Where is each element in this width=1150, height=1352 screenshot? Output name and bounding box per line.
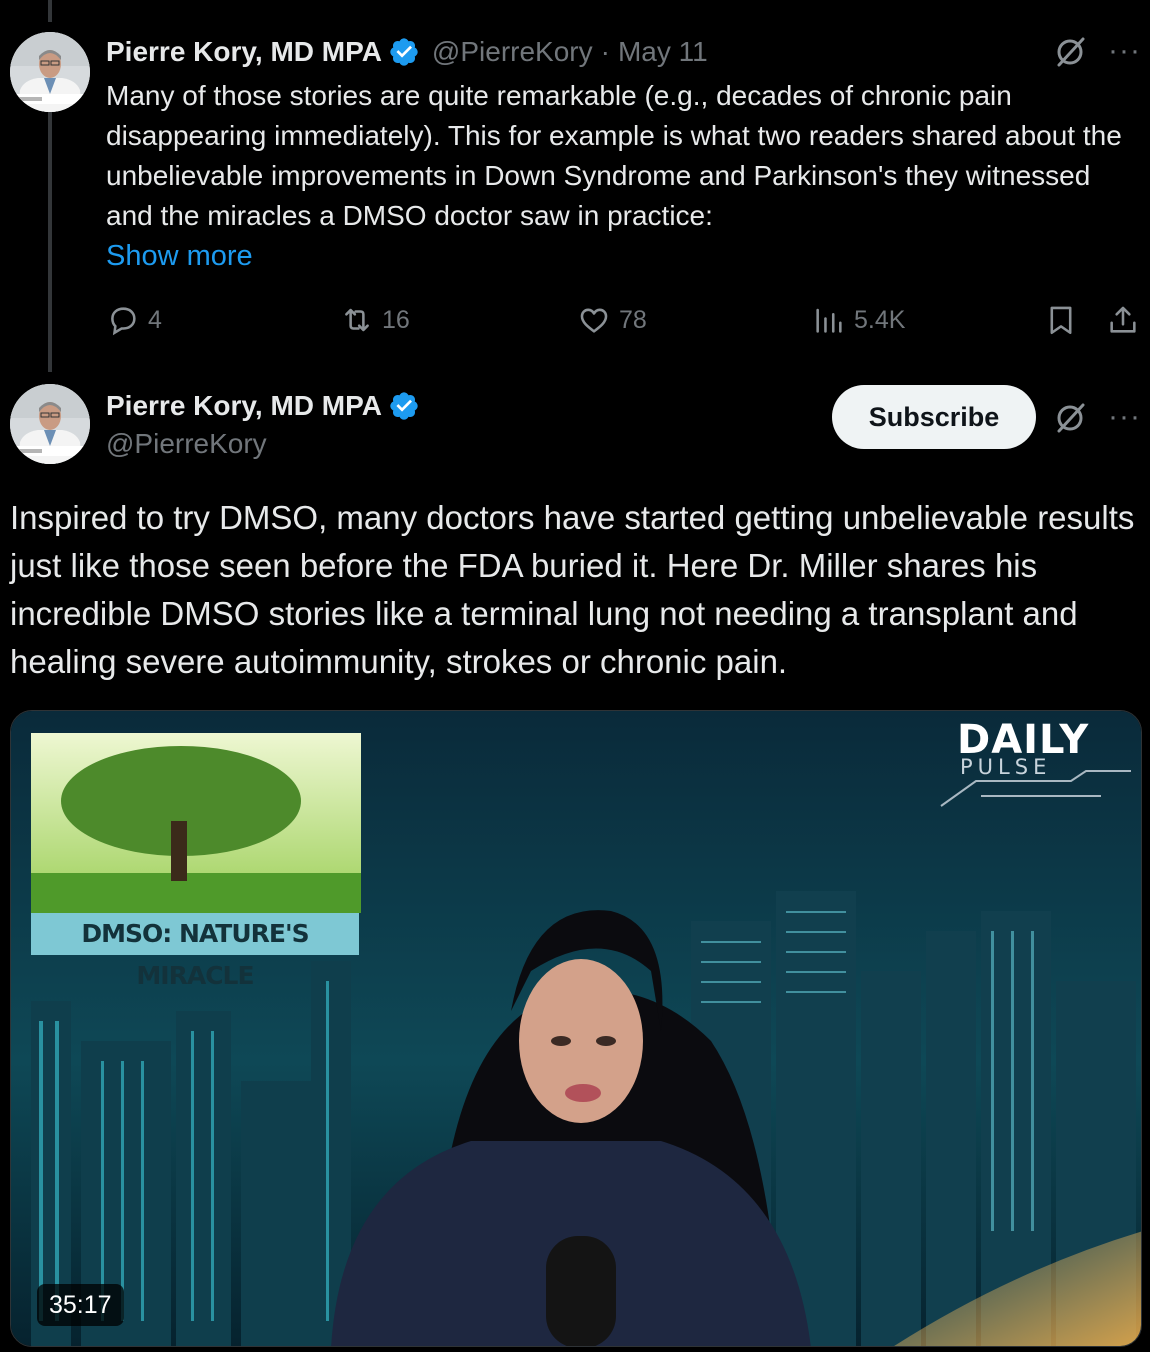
views-button[interactable]: 5.4K <box>812 298 905 342</box>
verified-badge-icon[interactable] <box>388 36 420 68</box>
bookmark-icon <box>1050 306 1072 335</box>
like-button[interactable]: 78 <box>577 298 647 342</box>
video-thumbnail <box>11 711 1141 1346</box>
repost-count: 16 <box>382 305 410 334</box>
video-inset-caption: DMSO: NATURE'S MIRACLE <box>31 913 359 990</box>
separator-dot: · <box>600 36 610 67</box>
bookmark-button[interactable] <box>1044 298 1086 342</box>
grok-icon[interactable] <box>1052 400 1088 436</box>
tweet-text: Inspired to try DMSO, many doctors have … <box>10 499 1135 680</box>
views-count: 5.4K <box>854 305 906 334</box>
verified-badge-icon[interactable] <box>388 390 420 422</box>
author-handle[interactable]: @PierreKory <box>106 428 267 460</box>
author-name[interactable]: Pierre Kory, MD MPA <box>106 390 382 422</box>
grok-icon[interactable] <box>1052 34 1088 70</box>
video-duration-badge: 35:17 <box>37 1284 124 1326</box>
tweet-main[interactable]: Pierre Kory, MD MPA @PierreKory Subscrib… <box>0 372 1150 1352</box>
like-icon <box>580 308 608 333</box>
reply-count: 4 <box>148 305 162 334</box>
avatar[interactable] <box>10 384 90 464</box>
more-icon[interactable]: ··· <box>1108 402 1141 432</box>
tweet-parent[interactable]: Pierre Kory, MD MPA @PierreKory · May 11… <box>0 0 1150 372</box>
tweet-date[interactable]: May 11 <box>618 36 708 68</box>
views-icon <box>816 308 842 333</box>
share-button[interactable] <box>1106 298 1148 342</box>
author-name[interactable]: Pierre Kory, MD MPA <box>106 36 382 68</box>
avatar[interactable] <box>10 32 90 112</box>
repost-icon <box>345 308 369 332</box>
reply-button[interactable]: 4 <box>106 298 162 342</box>
subscribe-button[interactable]: Subscribe <box>832 385 1036 449</box>
like-count: 78 <box>619 305 647 334</box>
tweet-actions: 4 16 78 5.4K <box>0 298 1150 342</box>
tweet-text: Many of those stories are quite remarkab… <box>106 80 1122 231</box>
channel-logo-pulse: PULSE <box>960 755 1052 779</box>
share-icon <box>1110 306 1136 333</box>
show-more-link[interactable]: Show more <box>106 236 253 276</box>
reply-icon <box>111 307 136 336</box>
more-icon[interactable]: ··· <box>1108 36 1141 66</box>
tweet-header: Pierre Kory, MD MPA <box>106 386 420 426</box>
video-player[interactable]: DMSO: NATURE'S MIRACLE DAILY PULSE 35:17 <box>10 710 1142 1347</box>
tweet-header: Pierre Kory, MD MPA @PierreKory · May 11 <box>106 32 708 72</box>
repost-button[interactable]: 16 <box>340 298 410 342</box>
author-handle[interactable]: @PierreKory <box>432 36 593 68</box>
